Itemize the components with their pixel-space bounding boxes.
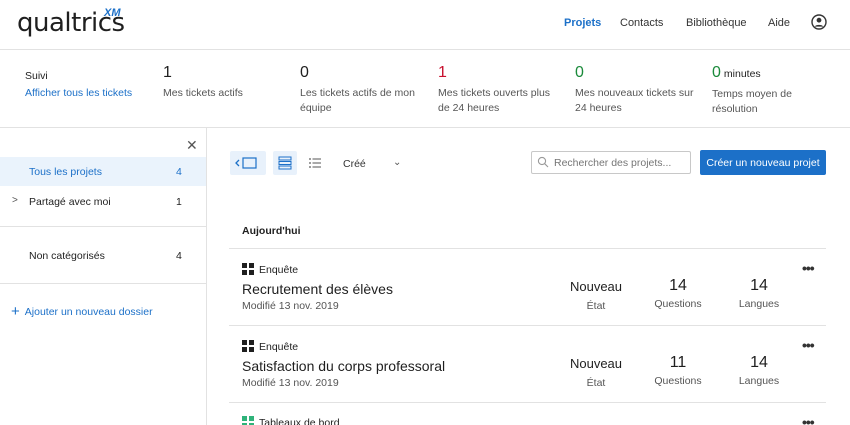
stat-avg-resolution[interactable]: 0 minutes Temps moyen de résolution: [712, 64, 837, 117]
project-questions: 14 Questions: [654, 277, 702, 310]
stat-value: 1: [163, 64, 172, 81]
project-name[interactable]: Recrutement des élèves: [242, 281, 393, 297]
view-list-button[interactable]: [303, 151, 327, 175]
stat-label: Temps moyen de résolution: [712, 88, 792, 115]
add-folder-label: Ajouter un nouveau dossier: [24, 306, 153, 318]
close-icon[interactable]: ✕: [186, 137, 198, 154]
project-type: Tableaux de bord: [242, 416, 340, 425]
list-view-icon: [309, 158, 321, 168]
stat-label: Mes nouveaux tickets sur 24 heures: [575, 87, 694, 114]
stat-my-active-tickets[interactable]: 1 Mes tickets actifs: [163, 64, 288, 101]
stat-open-over-24h[interactable]: 1 Mes tickets ouverts plus de 24 heures: [438, 64, 563, 116]
project-type: Enquête: [242, 340, 298, 353]
sidebar-item-label: Partagé avec moi: [29, 196, 111, 208]
stat-team-active-tickets[interactable]: 0 Les tickets actifs de mon équipe: [300, 64, 425, 116]
folder-sidebar: ✕ Tous les projets 4 > Partagé avec moi …: [0, 128, 207, 425]
stat-value: 0: [300, 64, 309, 81]
search-input[interactable]: [531, 151, 691, 174]
projects-main: Créé ⌄ Créer un nouveau projet Aujourd'h…: [207, 128, 850, 425]
stat-label: Mes tickets actifs: [163, 87, 243, 99]
sidebar-item-count: 4: [176, 166, 182, 178]
create-project-button[interactable]: Créer un nouveau projet: [700, 150, 826, 175]
project-languages: 14 Langues: [738, 354, 780, 387]
sidebar-item-uncategorized[interactable]: Non catégorisés 4: [0, 241, 206, 270]
sidebar-item-shared[interactable]: > Partagé avec moi 1: [0, 187, 206, 216]
project-state: Nouveau État: [569, 356, 623, 389]
stat-value: 0: [575, 64, 584, 81]
project-type: Enquête: [242, 263, 298, 276]
nav-bibliotheque[interactable]: Bibliothèque: [686, 17, 747, 29]
sidebar-item-label: Tous les projets: [29, 166, 102, 178]
view-card-button[interactable]: [273, 151, 297, 175]
stat-label: Mes tickets ouverts plus de 24 heures: [438, 87, 551, 114]
add-folder-button[interactable]: + Ajouter un nouveau dossier: [11, 302, 153, 320]
project-row[interactable]: Enquête Recrutement des élèves Modifié 1…: [229, 249, 826, 326]
nav-aide[interactable]: Aide: [768, 17, 790, 29]
sidebar-item-label: Non catégorisés: [29, 250, 105, 262]
section-title: Aujourd'hui: [242, 225, 301, 237]
project-state: Nouveau État: [569, 279, 623, 312]
top-nav: qualtrics XM Projets Contacts Bibliothèq…: [0, 0, 850, 50]
sort-dropdown[interactable]: Créé: [343, 158, 366, 170]
card-view-icon: [278, 156, 292, 170]
project-questions: 11 Questions: [654, 354, 702, 387]
project-modified: Modifié 13 nov. 2019: [242, 300, 339, 312]
more-options-icon[interactable]: •••: [802, 414, 815, 425]
stat-value: 0 minutes: [712, 64, 761, 81]
more-options-icon[interactable]: •••: [802, 260, 815, 276]
sidebar-toggle-icon: [235, 157, 257, 169]
nav-projets[interactable]: Projets: [564, 17, 601, 29]
tickets-summary: Suivi Afficher tous les tickets 1 Mes ti…: [0, 50, 850, 128]
plus-icon: +: [11, 303, 20, 320]
more-options-icon[interactable]: •••: [802, 337, 815, 353]
project-modified: Modifié 13 nov. 2019: [242, 377, 339, 389]
suivi-label: Suivi: [25, 70, 48, 82]
project-languages: 14 Langues: [738, 277, 780, 310]
chevron-right-icon[interactable]: >: [12, 195, 18, 206]
sidebar-item-all-projects[interactable]: Tous les projets 4: [0, 157, 206, 186]
user-circle-icon[interactable]: [811, 14, 827, 30]
search-icon: [537, 156, 549, 168]
project-row[interactable]: Tableaux de bord •••: [229, 403, 826, 425]
survey-icon: [242, 263, 254, 275]
stat-new-24h[interactable]: 0 Mes nouveaux tickets sur 24 heures: [575, 64, 700, 116]
survey-icon: [242, 340, 254, 352]
view-all-tickets-link[interactable]: Afficher tous les tickets: [25, 87, 132, 99]
toggle-sidebar-button[interactable]: [230, 151, 266, 175]
sidebar-item-count: 4: [176, 250, 182, 262]
stat-label: Les tickets actifs de mon équipe: [300, 87, 415, 114]
project-row[interactable]: Enquête Satisfaction du corps professora…: [229, 326, 826, 403]
dashboard-icon: [242, 416, 254, 425]
sidebar-item-count: 1: [176, 196, 182, 208]
nav-contacts[interactable]: Contacts: [620, 17, 663, 29]
sidebar-divider: [0, 283, 206, 284]
chevron-down-icon[interactable]: ⌄: [393, 157, 401, 168]
stat-value: 1: [438, 64, 447, 81]
sidebar-divider: [0, 226, 206, 227]
project-name[interactable]: Satisfaction du corps professoral: [242, 358, 445, 374]
logo-xm-mark: XM: [104, 7, 121, 19]
